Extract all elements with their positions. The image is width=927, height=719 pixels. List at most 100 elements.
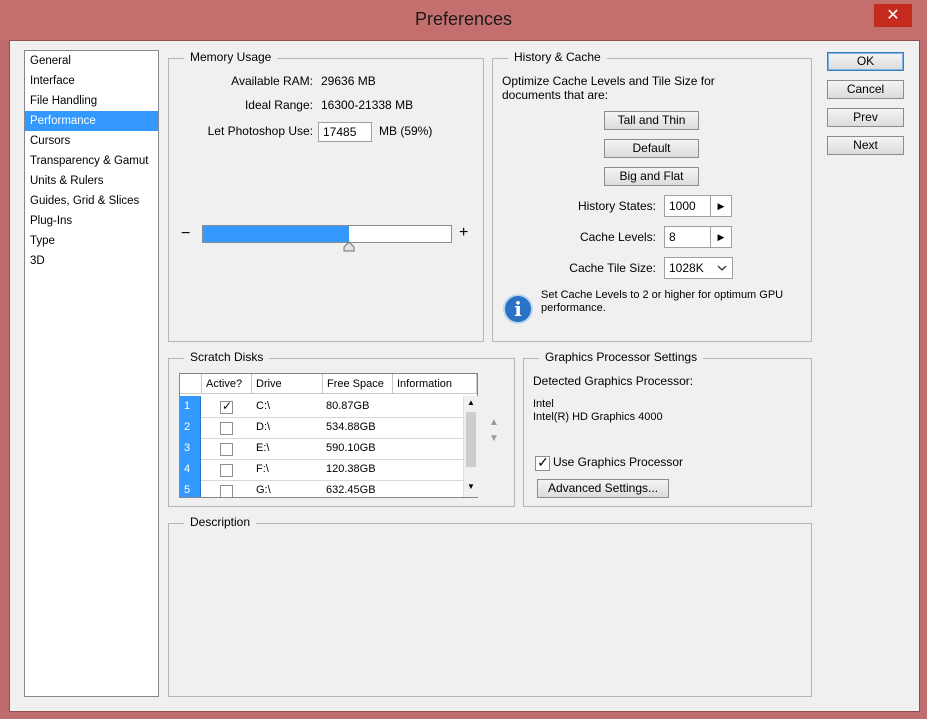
decrease-memory-button[interactable]: −: [181, 225, 190, 243]
category-item[interactable]: Plug-Ins: [25, 211, 158, 231]
graphics-processor-title: Graphics Processor Settings: [539, 350, 704, 364]
history-states-input[interactable]: 1000: [664, 195, 711, 217]
history-cache-group: History & Cache Optimize Cache Levels an…: [492, 50, 812, 342]
column-header-free-space[interactable]: Free Space: [323, 374, 393, 394]
scratch-disks-group: Scratch Disks Active? Drive Free Space I…: [168, 350, 515, 507]
active-checkbox[interactable]: [220, 464, 233, 477]
category-item[interactable]: Type: [25, 231, 158, 251]
cache-tile-size-select[interactable]: 1028K: [664, 257, 733, 279]
cache-tile-size-label: Cache Tile Size:: [569, 261, 656, 275]
available-ram-label: Available RAM:: [231, 74, 313, 88]
row-number: 2: [180, 417, 201, 438]
gpu-model: Intel(R) HD Graphics 4000: [533, 411, 663, 423]
cell-free: 632.45GB: [326, 484, 376, 496]
history-states-label: History States:: [577, 199, 656, 213]
table-row[interactable]: 4 F:\ 120.38GB: [180, 459, 463, 481]
scratch-disk-rows: 1 ✓ C:\ 80.87GB 2 D:\ 534.88GB 3 E:\ 590.10GB 4 F:\…: [180, 396, 463, 497]
active-checkbox[interactable]: [220, 485, 233, 497]
tall-and-thin-button[interactable]: Tall and Thin: [604, 111, 699, 130]
cell-drive: D:\: [256, 421, 271, 433]
active-checkbox[interactable]: [220, 443, 233, 456]
next-button[interactable]: Next: [827, 136, 904, 155]
category-item[interactable]: Guides, Grid & Slices: [25, 191, 158, 211]
category-item[interactable]: Transparency & Gamut: [25, 151, 158, 171]
cell-drive: G:\: [256, 484, 271, 496]
category-item[interactable]: Interface: [25, 71, 158, 91]
increase-memory-button[interactable]: +: [459, 224, 468, 242]
memory-slider-fill: [203, 226, 349, 242]
ideal-range-label: Ideal Range:: [244, 98, 313, 112]
cache-tile-size-value: 1028K: [669, 261, 704, 275]
cache-levels-arrow-icon[interactable]: ▶: [710, 226, 732, 248]
row-number: 4: [180, 459, 201, 480]
cell-free: 590.10GB: [326, 442, 376, 454]
category-item[interactable]: Cursors: [25, 131, 158, 151]
column-header-num: [180, 374, 202, 394]
scroll-up-icon[interactable]: ▲: [465, 397, 477, 409]
category-item[interactable]: Units & Rulers: [25, 171, 158, 191]
info-icon: i: [503, 294, 533, 324]
default-button[interactable]: Default: [604, 139, 699, 158]
scroll-thumb[interactable]: [466, 412, 476, 467]
history-states-arrow-icon[interactable]: ▶: [710, 195, 732, 217]
cell-free: 120.38GB: [326, 463, 376, 475]
move-down-icon[interactable]: ▼: [489, 433, 499, 444]
title-bar: Preferences ✕: [0, 0, 927, 40]
dialog-client-area: General Interface File Handling Performance…: [9, 40, 920, 712]
table-scrollbar[interactable]: ▲ ▼: [463, 396, 478, 497]
use-gpu-label[interactable]: Use Graphics Processor: [553, 455, 683, 469]
memory-slider-thumb[interactable]: [343, 241, 355, 252]
table-row[interactable]: 5 G:\ 632.45GB: [180, 480, 463, 497]
memory-slider-track[interactable]: [202, 225, 452, 243]
description-title: Description: [184, 515, 257, 529]
table-row[interactable]: 2 D:\ 534.88GB: [180, 417, 463, 439]
category-list[interactable]: General Interface File Handling Performance…: [24, 50, 159, 697]
history-cache-title: History & Cache: [508, 50, 607, 64]
column-header-active[interactable]: Active?: [202, 374, 252, 394]
move-up-icon[interactable]: ▲: [489, 417, 499, 428]
cache-levels-label: Cache Levels:: [579, 230, 656, 244]
category-item[interactable]: 3D: [25, 251, 158, 271]
cache-optimize-description: Optimize Cache Levels and Tile Size for …: [502, 74, 715, 102]
scratch-disks-table: Active? Drive Free Space Information 1 ✓ C…: [179, 373, 478, 498]
gpu-vendor: Intel: [533, 398, 554, 410]
memory-usage-group: Memory Usage Available RAM: 29636 MB Ide…: [168, 50, 484, 342]
checkmark-icon: ✓: [537, 454, 549, 470]
big-and-flat-button[interactable]: Big and Flat: [604, 167, 699, 186]
let-photoshop-use-label: Let Photoshop Use:: [207, 124, 313, 138]
chevron-down-icon: [717, 258, 727, 278]
table-row[interactable]: 3 E:\ 590.10GB: [180, 438, 463, 460]
category-item[interactable]: File Handling: [25, 91, 158, 111]
description-group: Description: [168, 515, 812, 697]
memory-usage-title: Memory Usage: [184, 50, 278, 64]
category-item[interactable]: Performance: [25, 111, 158, 131]
ok-button[interactable]: OK: [827, 52, 904, 71]
scroll-down-icon[interactable]: ▼: [465, 481, 477, 493]
row-number: 3: [180, 438, 201, 459]
gpu-cache-hint: Set Cache Levels to 2 or higher for opti…: [541, 289, 784, 314]
close-button[interactable]: ✕: [874, 4, 912, 27]
cache-levels-input[interactable]: 8: [664, 226, 711, 248]
checkmark-icon: ✓: [221, 399, 233, 413]
window-title: Preferences: [414, 9, 513, 29]
category-item[interactable]: General: [25, 51, 158, 71]
cell-drive: C:\: [256, 400, 271, 412]
active-checkbox[interactable]: [220, 422, 233, 435]
cell-drive: F:\: [256, 463, 269, 475]
use-gpu-checkbox[interactable]: ✓: [535, 454, 550, 471]
column-header-information[interactable]: Information: [393, 374, 477, 394]
cancel-button[interactable]: Cancel: [827, 80, 904, 99]
table-row[interactable]: 1 ✓ C:\ 80.87GB: [180, 396, 463, 418]
ideal-range-value: 16300-21338 MB: [321, 98, 414, 112]
prev-button[interactable]: Prev: [827, 108, 904, 127]
memory-use-suffix: MB (59%): [379, 124, 433, 138]
graphics-processor-group: Graphics Processor Settings Detected Gra…: [523, 350, 812, 507]
column-header-drive[interactable]: Drive: [252, 374, 323, 394]
cell-drive: E:\: [256, 442, 270, 454]
cell-free: 534.88GB: [326, 421, 376, 433]
active-checkbox[interactable]: ✓: [220, 399, 233, 414]
row-number: 1: [180, 396, 201, 417]
memory-use-input[interactable]: 17485: [318, 122, 372, 142]
advanced-settings-button[interactable]: Advanced Settings...: [537, 479, 669, 498]
cell-free: 80.87GB: [326, 400, 370, 412]
